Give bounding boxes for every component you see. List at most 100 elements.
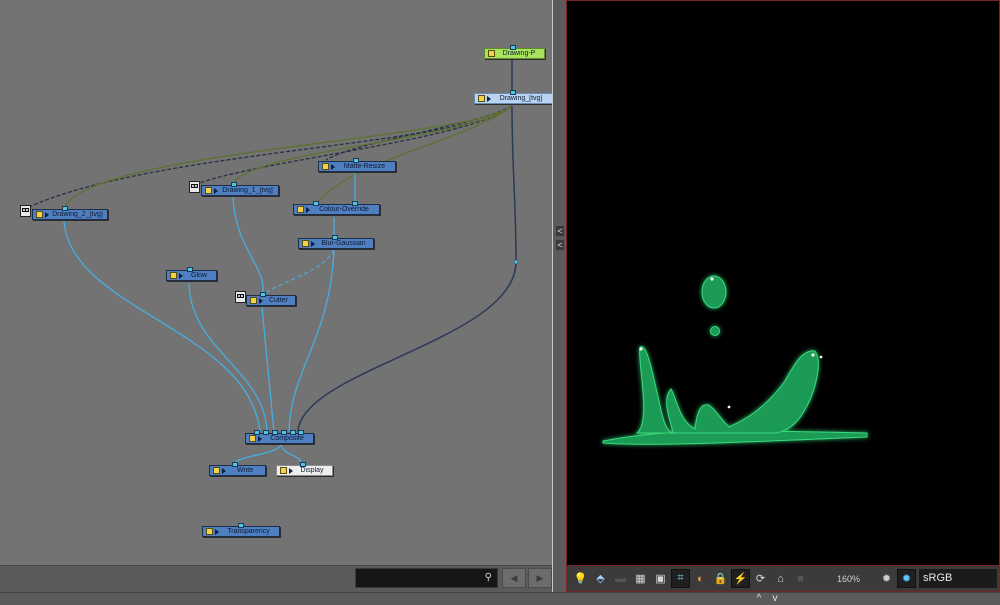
port[interactable] bbox=[353, 158, 359, 163]
node-colour-override[interactable]: Colour-Override bbox=[293, 204, 380, 215]
port[interactable] bbox=[300, 462, 306, 467]
port[interactable] bbox=[187, 267, 193, 272]
expand-icon[interactable] bbox=[306, 206, 310, 213]
expand-icon[interactable] bbox=[215, 528, 219, 535]
expand-icon[interactable] bbox=[259, 297, 263, 304]
expand-icon[interactable] bbox=[45, 211, 49, 218]
port[interactable] bbox=[298, 430, 304, 435]
enable-toggle[interactable] bbox=[478, 95, 485, 102]
wire bbox=[280, 443, 303, 466]
expand-icon[interactable] bbox=[179, 272, 183, 279]
wire-layer bbox=[26, 50, 519, 466]
lightning-icon[interactable]: ⚡ bbox=[731, 569, 750, 588]
onion-skin-icon[interactable]: ◐ bbox=[691, 569, 710, 588]
rotate-icon[interactable]: ⟳ bbox=[751, 569, 770, 588]
enable-toggle[interactable] bbox=[250, 297, 257, 304]
port[interactable] bbox=[332, 235, 338, 240]
wire bbox=[232, 196, 264, 297]
port[interactable] bbox=[263, 430, 269, 435]
port[interactable] bbox=[231, 182, 237, 187]
camera-icon[interactable]: ■ bbox=[791, 569, 810, 588]
node-label: Drawing-P bbox=[502, 50, 536, 57]
bottom-strip: ^ v bbox=[0, 592, 1000, 605]
node-label: Blur-Gaussian bbox=[321, 240, 366, 247]
node-label: Composite bbox=[270, 435, 304, 442]
droplet bbox=[710, 326, 720, 336]
expand-icon[interactable] bbox=[258, 435, 262, 442]
expand-icon[interactable] bbox=[311, 240, 315, 247]
node-label: Cutter bbox=[268, 297, 289, 304]
wire bbox=[261, 249, 335, 297]
zoom-level[interactable]: 160% bbox=[837, 574, 869, 584]
port[interactable] bbox=[238, 523, 244, 528]
node-label: Transparency bbox=[227, 528, 270, 535]
node-drawing-2[interactable]: Drawing_2_[tvg] bbox=[32, 209, 108, 220]
port[interactable] bbox=[62, 206, 68, 211]
expand-icon[interactable] bbox=[487, 95, 491, 102]
enable-toggle[interactable] bbox=[249, 435, 256, 442]
render-preview bbox=[602, 275, 868, 445]
port[interactable] bbox=[232, 462, 238, 467]
wire bbox=[63, 105, 513, 209]
port[interactable] bbox=[313, 201, 319, 206]
enable-toggle[interactable] bbox=[36, 211, 43, 218]
port[interactable] bbox=[272, 430, 278, 435]
mask-toggle-icon[interactable]: ▬ bbox=[611, 569, 630, 588]
expand-icon[interactable] bbox=[222, 467, 226, 474]
enable-toggle[interactable] bbox=[322, 163, 329, 170]
crop-icon[interactable]: ⌗ bbox=[671, 569, 690, 588]
viewer-toolbar: 💡 ⬘ ▬ ▦ ▣ ⌗ ◐ 🔒 ⚡ ⟳ ⌂ ■ 160% ✹ ✹ sRGB bbox=[566, 566, 1000, 592]
nav-next-button[interactable]: ▶ bbox=[528, 568, 552, 588]
port[interactable] bbox=[260, 292, 266, 297]
enable-toggle[interactable] bbox=[297, 206, 304, 213]
node-label: Drawing_1_[tvg] bbox=[222, 187, 273, 194]
collapse-right-button[interactable]: < bbox=[556, 240, 564, 250]
port[interactable] bbox=[352, 201, 358, 206]
node-label: Drawing_[tvg] bbox=[499, 95, 543, 102]
lightbulb-icon[interactable]: 💡 bbox=[571, 569, 590, 588]
node-label: Glow bbox=[191, 272, 207, 279]
port[interactable] bbox=[510, 45, 516, 50]
port[interactable] bbox=[254, 430, 260, 435]
enable-toggle[interactable] bbox=[213, 467, 220, 474]
camera-rig-icon[interactable]: ⌂ bbox=[771, 569, 790, 588]
safe-area-icon[interactable]: ▣ bbox=[651, 569, 670, 588]
enable-toggle[interactable] bbox=[205, 187, 212, 194]
gear-active-icon[interactable]: ✹ bbox=[897, 569, 916, 588]
expand-icon[interactable] bbox=[289, 467, 293, 474]
port[interactable] bbox=[510, 90, 516, 95]
wire bbox=[325, 105, 513, 161]
collapse-left-button[interactable]: < bbox=[556, 226, 564, 236]
enable-toggle[interactable] bbox=[302, 240, 309, 247]
enable-toggle[interactable] bbox=[280, 467, 287, 474]
gear-icon[interactable]: ✹ bbox=[877, 569, 896, 588]
expand-icon[interactable] bbox=[214, 187, 218, 194]
port[interactable] bbox=[290, 430, 296, 435]
search-icon[interactable]: ⚲ bbox=[485, 572, 492, 583]
node-view-footer: ⚲ ◀ ▶ bbox=[0, 565, 552, 592]
wire bbox=[288, 249, 335, 433]
node-cutter[interactable]: Cutter bbox=[246, 295, 296, 306]
splash bbox=[635, 346, 819, 434]
node-view[interactable]: Drawing-P Drawing_[tvg] Matte-Resize Dra… bbox=[0, 0, 552, 565]
expand-icon[interactable] bbox=[331, 163, 335, 170]
enable-toggle[interactable] bbox=[170, 272, 177, 279]
lock-icon[interactable]: 🔒 bbox=[711, 569, 730, 588]
mask-icon bbox=[20, 205, 31, 217]
node-drawing-1[interactable]: Drawing_1_[tvg] bbox=[201, 185, 279, 196]
expand-up-button[interactable]: ^ bbox=[752, 593, 766, 604]
enable-toggle[interactable] bbox=[488, 50, 495, 57]
grid-icon[interactable]: ▦ bbox=[631, 569, 650, 588]
camera-viewer[interactable] bbox=[566, 0, 1000, 566]
port[interactable] bbox=[281, 430, 287, 435]
node-label: Colour-Override bbox=[319, 206, 369, 213]
droplet bbox=[701, 275, 727, 309]
panel-splitter[interactable]: < < bbox=[552, 0, 566, 605]
color-space-field[interactable]: sRGB bbox=[919, 569, 997, 588]
enable-toggle[interactable] bbox=[206, 528, 213, 535]
expand-down-button[interactable]: v bbox=[768, 593, 782, 604]
nav-prev-button[interactable]: ◀ bbox=[502, 568, 526, 588]
search-input[interactable]: ⚲ bbox=[355, 568, 498, 588]
node-label: Write bbox=[236, 467, 254, 474]
paint-bucket-icon[interactable]: ⬘ bbox=[591, 569, 610, 588]
